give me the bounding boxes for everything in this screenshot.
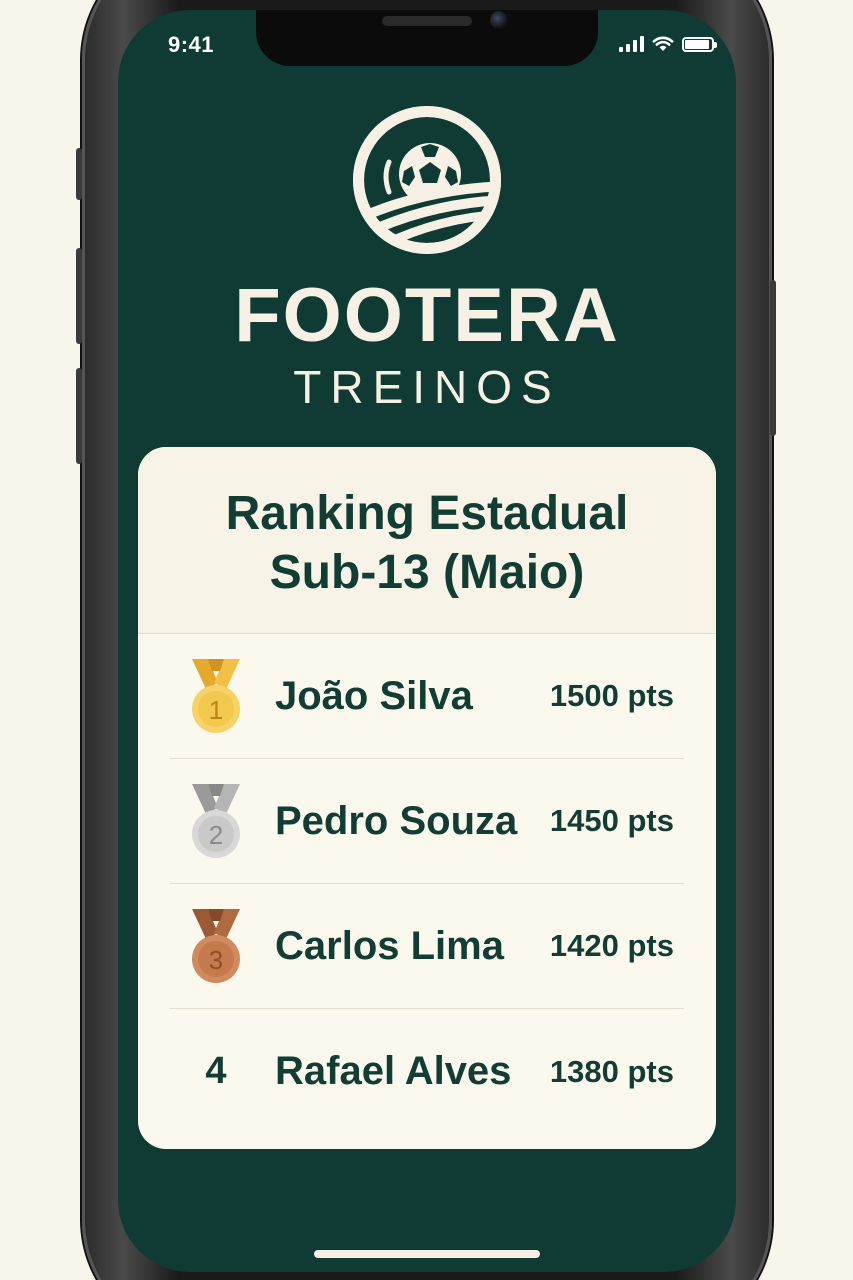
notch — [256, 10, 598, 66]
player-name: João Silva — [275, 673, 473, 718]
rank-cell: 4 — [170, 1050, 275, 1093]
volume-down-button — [76, 368, 82, 464]
rank-cell: 2 — [170, 784, 275, 858]
medal-rank: 1 — [209, 695, 223, 725]
player-points: 1420 pts — [549, 928, 674, 963]
ranking-title-line-1: Ranking Estadual — [225, 487, 629, 541]
ranking-row-1[interactable]: 1 João Silva 1500 pts — [170, 634, 684, 759]
silver-medal-icon: 2 — [192, 784, 240, 858]
phone-screen: 9:41 FOOTERA TREINOS Ranking Estadual Su… — [118, 10, 736, 1272]
volume-up-button — [76, 248, 82, 344]
player-name: Pedro Souza — [275, 798, 518, 843]
bronze-medal-icon: 3 — [192, 909, 240, 983]
status-icons — [619, 36, 717, 52]
battery-icon — [682, 37, 717, 52]
player-points: 1450 pts — [549, 803, 674, 838]
page: 9:41 FOOTERA TREINOS Ranking Estadual Su… — [0, 0, 853, 1280]
brand-name: FOOTERA — [234, 273, 620, 358]
power-button — [770, 280, 776, 436]
player-points: 1500 pts — [549, 678, 674, 713]
rank-cell: 3 — [170, 909, 275, 983]
mute-switch — [76, 148, 82, 200]
cellular-signal-icon — [619, 36, 644, 52]
ranking-list: 1 João Silva 1500 pts 2 Pedro Souza 1450… — [138, 634, 716, 1134]
medal-rank: 3 — [209, 945, 223, 975]
rank-number: 4 — [205, 1050, 227, 1092]
ranking-card: Ranking Estadual Sub-13 (Maio) 1 João Si… — [138, 447, 716, 1149]
player-points: 1380 pts — [549, 1053, 674, 1089]
ranking-row-4[interactable]: 4 Rafael Alves 1380 pts — [170, 1009, 684, 1134]
front-camera — [490, 11, 508, 29]
ranking-row-3[interactable]: 3 Carlos Lima 1420 pts — [170, 884, 684, 1009]
medal-rank: 2 — [209, 820, 223, 850]
ranking-title-line-2: Sub-13 (Maio) — [269, 546, 585, 599]
ranking-row-2[interactable]: 2 Pedro Souza 1450 pts — [170, 759, 684, 884]
home-indicator[interactable] — [314, 1250, 540, 1258]
rank-cell: 1 — [170, 659, 275, 733]
brand-subtitle: TREINOS — [293, 361, 561, 413]
ranking-title: Ranking Estadual Sub-13 (Maio) — [226, 485, 629, 602]
gold-medal-icon: 1 — [192, 659, 240, 733]
wifi-icon — [652, 36, 674, 51]
earpiece-speaker — [382, 16, 472, 26]
player-name: Rafael Alves — [275, 1049, 512, 1093]
soccer-ball-logo-icon — [353, 106, 501, 254]
player-name: Carlos Lima — [275, 923, 504, 968]
ranking-card-header: Ranking Estadual Sub-13 (Maio) — [138, 447, 716, 634]
status-time: 9:41 — [168, 32, 215, 57]
